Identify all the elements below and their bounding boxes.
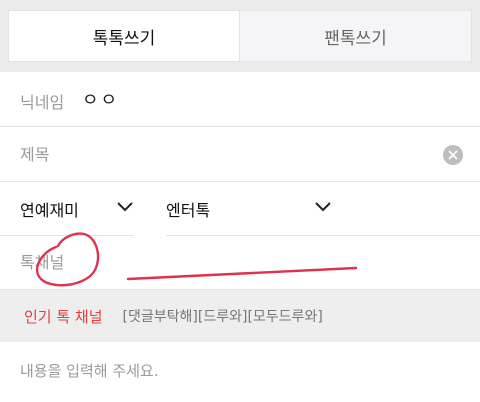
category-row: 연예재미 엔터톡 <box>0 182 480 238</box>
category-secondary-value: 엔터톡 <box>166 201 211 220</box>
nickname-value: ㅇㅇ <box>82 90 120 111</box>
category-divider <box>134 182 166 238</box>
nickname-row: 닉네임 ㅇㅇ <box>0 72 480 127</box>
clear-title-button[interactable] <box>443 145 463 165</box>
chevron-down-icon <box>315 202 331 212</box>
popular-channels-bar: 인기 톡 채널 [댓글부탁해] [드루와] [모두드루와] <box>0 290 480 342</box>
nickname-label: 닉네임 <box>20 93 65 112</box>
category-primary-select[interactable]: 연예재미 <box>20 182 134 236</box>
popular-channel-tag[interactable]: [드루와] <box>198 306 248 326</box>
content-textarea[interactable] <box>0 342 480 402</box>
category-primary-value: 연예재미 <box>20 201 79 220</box>
title-row <box>0 127 480 182</box>
channel-input[interactable] <box>0 236 480 289</box>
popular-channel-tags: [댓글부탁해] [드루와] [모두드루와] <box>123 306 323 326</box>
channel-row <box>0 236 480 290</box>
popular-channel-tag[interactable]: [모두드루와] <box>247 306 322 326</box>
chevron-down-icon <box>117 202 133 212</box>
clear-icon <box>448 150 458 160</box>
title-input[interactable] <box>0 127 450 181</box>
popular-channels-label: 인기 톡 채널 <box>24 307 103 326</box>
tab-fantok-write[interactable]: 팬톡쓰기 <box>240 10 472 62</box>
write-mode-tabs: 톡톡쓰기 팬톡쓰기 <box>0 0 480 72</box>
popular-channel-tag[interactable]: [댓글부탁해] <box>123 306 198 326</box>
category-secondary-select[interactable]: 엔터톡 <box>166 182 332 236</box>
tab-toktok-write[interactable]: 톡톡쓰기 <box>8 10 240 62</box>
